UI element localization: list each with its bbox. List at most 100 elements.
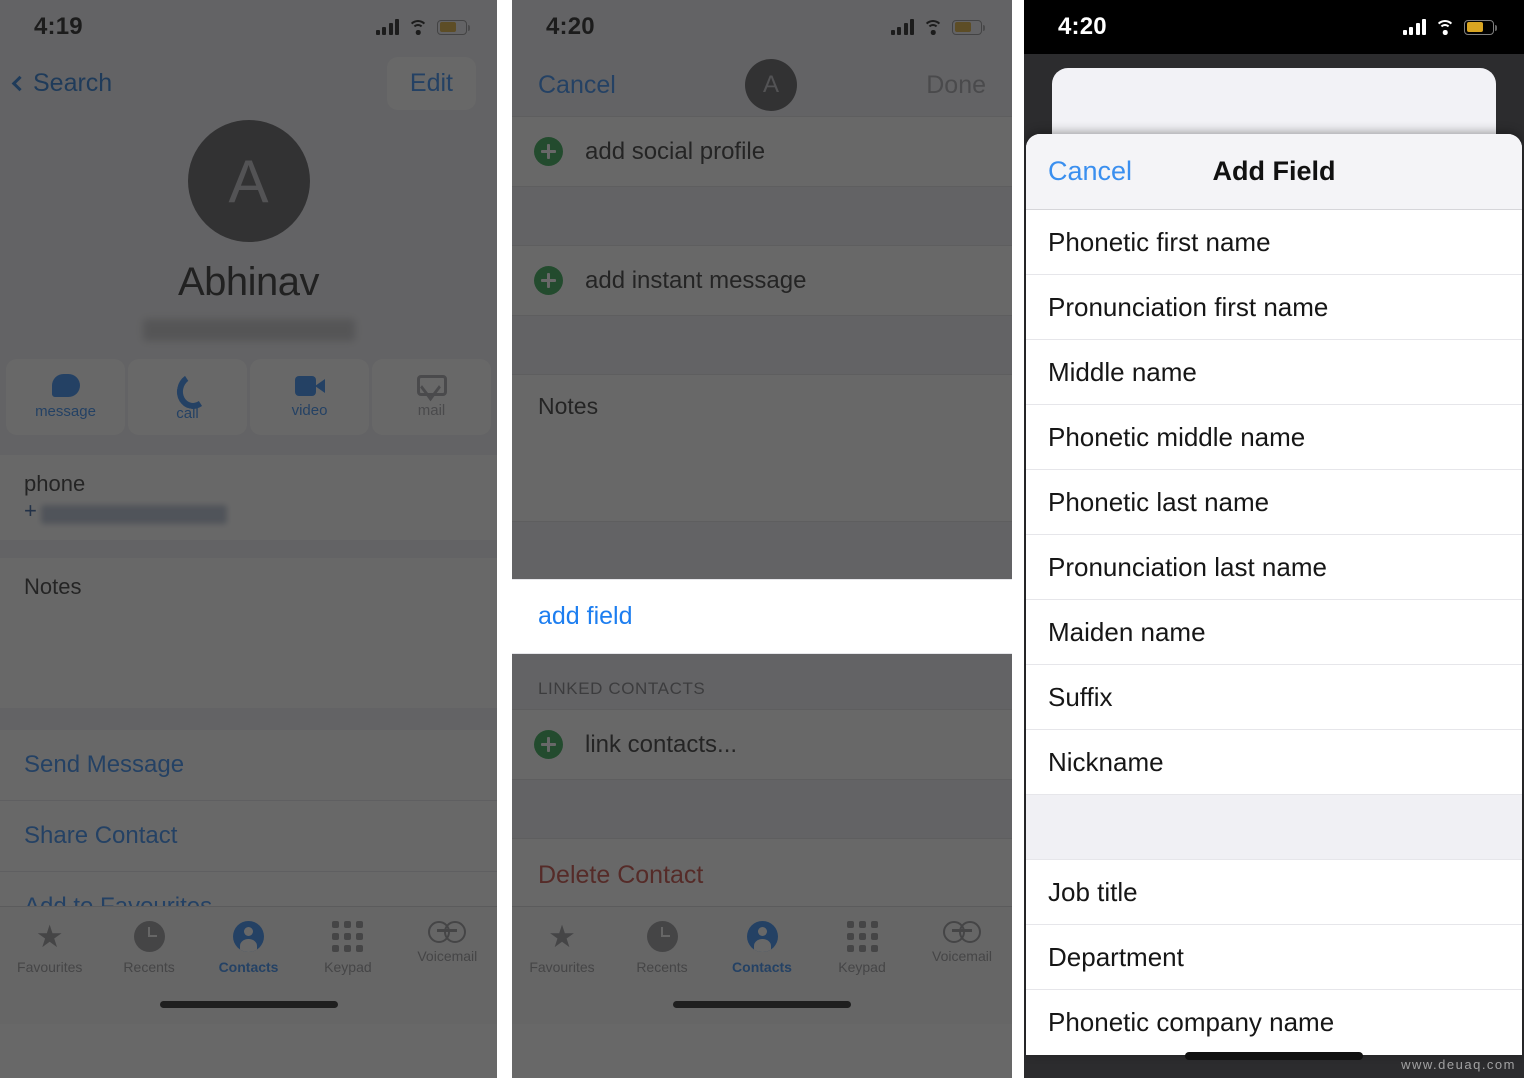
- back-to-search-button[interactable]: Search: [11, 69, 112, 98]
- share-contact-row[interactable]: Share Contact: [0, 801, 497, 872]
- plus-circle-green-icon: [534, 266, 563, 295]
- tab-recents[interactable]: Recents: [612, 921, 712, 975]
- field-list-section-spacer: [1026, 795, 1522, 860]
- delete-contact-row[interactable]: Delete Contact: [512, 838, 1012, 912]
- clock-icon: [133, 921, 165, 952]
- wifi-icon: [923, 19, 943, 35]
- field-option-phonetic-last-name[interactable]: Phonetic last name: [1026, 470, 1522, 535]
- tab-recents[interactable]: Recents: [99, 921, 198, 975]
- home-indicator: [673, 1001, 851, 1008]
- navigation-bar: Search Edit: [0, 54, 497, 112]
- panel-separator-2: [1012, 0, 1024, 1078]
- battery-icon: [1464, 19, 1498, 35]
- phone-handset-icon: [174, 372, 201, 399]
- battery-icon: [952, 19, 986, 35]
- action-video[interactable]: video: [250, 359, 369, 435]
- panel-edit-contact: 4:20 Cancel A Done add social profile ad: [512, 0, 1012, 1078]
- add-social-profile-row[interactable]: add social profile: [512, 116, 1012, 187]
- tab-keypad[interactable]: Keypad: [298, 921, 397, 975]
- status-indicators: [375, 19, 471, 35]
- status-indicators: [890, 19, 986, 35]
- phone-plus-prefix: +: [24, 497, 37, 523]
- cellular-bars-icon: [890, 19, 914, 35]
- tab-voicemail[interactable]: Voicemail: [398, 921, 497, 964]
- field-option-nickname[interactable]: Nickname: [1026, 730, 1522, 795]
- message-bubble-icon: [51, 374, 80, 397]
- phone-card[interactable]: phone +: [0, 455, 497, 540]
- clock-icon: [646, 921, 678, 952]
- status-time: 4:20: [1058, 13, 1107, 40]
- add-field-label: add field: [538, 602, 633, 630]
- status-indicators: [1402, 19, 1498, 35]
- action-message[interactable]: message: [6, 359, 125, 435]
- tab-favourites-label: Favourites: [529, 959, 595, 975]
- edit-contact-screen: 4:20 Cancel A Done add social profile ad: [512, 0, 1012, 1024]
- keypad-icon: [332, 921, 364, 952]
- notes-field[interactable]: Notes: [512, 374, 1012, 522]
- edit-navigation-bar: Cancel A Done: [512, 54, 1012, 116]
- action-video-label: video: [291, 401, 328, 419]
- dimmed-background: Cancel Add Field Phonetic first name Pro…: [1024, 54, 1524, 1078]
- tab-voicemail[interactable]: Voicemail: [912, 921, 1012, 964]
- phone-number-redacted: [40, 505, 227, 524]
- link-contacts-label: link contacts...: [585, 730, 738, 758]
- tab-contacts[interactable]: Contacts: [712, 921, 812, 975]
- add-instant-message-row[interactable]: add instant message: [512, 245, 1012, 316]
- cellular-bars-icon: [1402, 19, 1426, 35]
- tab-contacts[interactable]: Contacts: [199, 921, 298, 975]
- battery-icon: [437, 19, 471, 35]
- status-time: 4:19: [34, 13, 83, 40]
- person-circle-icon: [233, 921, 265, 952]
- field-option-middle-name[interactable]: Middle name: [1026, 340, 1522, 405]
- chevron-left-icon: [11, 75, 28, 91]
- edit-button[interactable]: Edit: [387, 57, 475, 109]
- wifi-icon: [1435, 19, 1455, 35]
- quick-actions: message call video mail: [0, 359, 497, 435]
- link-contacts-row[interactable]: link contacts...: [512, 709, 1012, 780]
- phone-row[interactable]: phone +: [0, 455, 497, 540]
- tab-keypad[interactable]: Keypad: [812, 921, 912, 975]
- voicemail-icon: [428, 921, 467, 943]
- action-mail-label: mail: [417, 402, 446, 419]
- field-option-pronunciation-first-name[interactable]: Pronunciation first name: [1026, 275, 1522, 340]
- field-option-phonetic-middle-name[interactable]: Phonetic middle name: [1026, 405, 1522, 470]
- phone-label: phone: [24, 471, 86, 496]
- tab-favourites[interactable]: ★ Favourites: [0, 921, 99, 975]
- three-panel-screenshot: 4:19 Search Edit A Abhinav message call …: [0, 0, 1524, 1078]
- avatar[interactable]: A: [745, 59, 798, 111]
- contact-hero: A Abhinav: [0, 112, 497, 341]
- action-message-label: message: [35, 403, 96, 420]
- add-instant-message-label: add instant message: [585, 266, 807, 294]
- panel-separator-1: [497, 0, 512, 1078]
- notes-label: Notes: [24, 574, 82, 599]
- plus-circle-green-icon: [534, 730, 563, 759]
- cancel-button[interactable]: Cancel: [538, 71, 616, 100]
- keypad-icon: [846, 921, 878, 952]
- notes-label: Notes: [538, 393, 599, 419]
- field-option-phonetic-first-name[interactable]: Phonetic first name: [1026, 210, 1522, 275]
- plus-circle-green-icon: [534, 137, 563, 166]
- done-button[interactable]: Done: [926, 71, 986, 100]
- tab-keypad-label: Keypad: [324, 959, 372, 975]
- status-bar: 4:20: [1024, 0, 1524, 54]
- field-option-job-title[interactable]: Job title: [1026, 860, 1522, 925]
- status-bar: 4:19: [0, 0, 497, 54]
- avatar: A: [187, 120, 310, 242]
- sheet-cancel-button[interactable]: Cancel: [1048, 156, 1132, 187]
- field-option-pronunciation-last-name[interactable]: Pronunciation last name: [1026, 535, 1522, 600]
- field-option-department[interactable]: Department: [1026, 925, 1522, 990]
- notes-card[interactable]: Notes: [0, 558, 497, 708]
- cellular-bars-icon: [375, 19, 399, 35]
- contact-detail-screen: 4:19 Search Edit A Abhinav message call …: [0, 0, 497, 1034]
- send-message-row[interactable]: Send Message: [0, 730, 497, 801]
- add-field-row[interactable]: add field: [512, 580, 1012, 653]
- tab-favourites[interactable]: ★ Favourites: [512, 921, 612, 975]
- field-option-maiden-name[interactable]: Maiden name: [1026, 600, 1522, 665]
- field-option-suffix[interactable]: Suffix: [1026, 665, 1522, 730]
- action-mail: mail: [372, 359, 491, 435]
- field-list: Phonetic first name Pronunciation first …: [1026, 210, 1522, 1055]
- action-call[interactable]: call: [128, 359, 247, 435]
- field-option-phonetic-company-name[interactable]: Phonetic company name: [1026, 990, 1522, 1055]
